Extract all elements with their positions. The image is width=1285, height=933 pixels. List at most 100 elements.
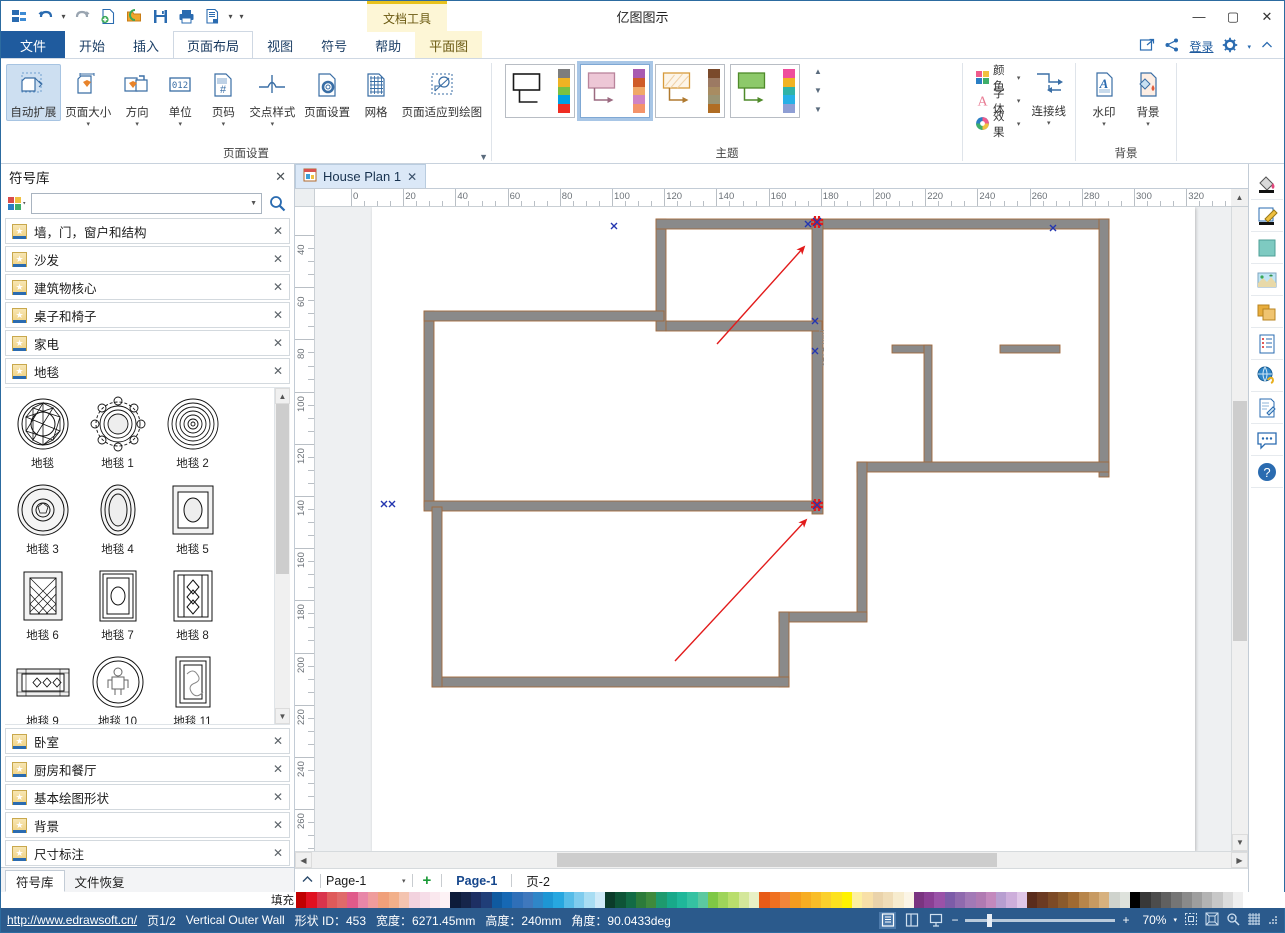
sidebar-item-walls-doors-windows[interactable]: 墙，门，窗户和结构 ✕ xyxy=(5,218,290,244)
chevron-down-icon[interactable]: ▼ xyxy=(247,200,257,207)
color-swatch[interactable] xyxy=(1181,892,1192,908)
color-swatch[interactable] xyxy=(707,892,719,908)
color-swatch[interactable] xyxy=(738,892,750,908)
color-swatch[interactable] xyxy=(1099,892,1110,908)
add-page-button[interactable]: + xyxy=(419,872,436,889)
color-swatch[interactable] xyxy=(1006,892,1017,908)
sidebar-item-bedroom[interactable]: 卧室 ✕ xyxy=(5,728,290,754)
color-swatch[interactable] xyxy=(1222,892,1234,908)
color-swatch[interactable] xyxy=(666,892,677,908)
color-swatch[interactable] xyxy=(759,892,770,908)
floor-plan-drawing[interactable]: 6271 mm xyxy=(372,207,1195,851)
chevron-down-icon[interactable]: ▾ xyxy=(402,877,406,885)
zoom-selection-icon[interactable] xyxy=(1226,912,1240,929)
color-swatch[interactable] xyxy=(656,892,667,908)
color-swatch[interactable] xyxy=(893,892,904,908)
tab-view[interactable]: 视图 xyxy=(253,31,307,58)
tab-home[interactable]: 开始 xyxy=(65,31,119,58)
properties-list-icon[interactable] xyxy=(1250,328,1283,360)
close-icon[interactable]: ✕ xyxy=(273,790,283,804)
shape-item[interactable]: 地毯 7 xyxy=(80,566,155,652)
scrollbar-track[interactable] xyxy=(312,852,1231,868)
color-swatch[interactable] xyxy=(1057,892,1069,908)
shape-item[interactable]: 地毯 6 xyxy=(5,566,80,652)
comment-icon[interactable] xyxy=(1250,424,1283,456)
ruler-corner[interactable] xyxy=(295,189,315,207)
color-swatch[interactable] xyxy=(584,892,595,908)
color-swatch[interactable] xyxy=(378,892,389,908)
background-caret[interactable]: ▾ xyxy=(1146,121,1150,129)
color-swatch[interactable] xyxy=(316,892,327,908)
close-icon[interactable]: ✕ xyxy=(273,818,283,832)
color-swatch[interactable] xyxy=(1150,892,1161,908)
zoom-out-button[interactable]: − xyxy=(951,913,958,927)
close-icon[interactable]: ✕ xyxy=(407,170,417,184)
color-swatch[interactable] xyxy=(368,892,379,908)
color-swatch[interactable] xyxy=(481,892,492,908)
close-icon[interactable]: ✕ xyxy=(273,364,283,378)
note-edit-icon[interactable] xyxy=(1250,392,1283,424)
scrollbar-thumb[interactable] xyxy=(1233,400,1247,641)
color-swatch[interactable] xyxy=(440,892,451,908)
color-swatch[interactable] xyxy=(357,892,369,908)
resize-grip[interactable] xyxy=(1268,915,1278,925)
color-swatch[interactable] xyxy=(769,892,780,908)
color-swatch[interactable] xyxy=(337,892,348,908)
search-icon[interactable] xyxy=(266,195,288,212)
edraw-website-link[interactable]: http://www.edrawsoft.cn/ xyxy=(7,913,137,927)
close-icon[interactable]: ✕ xyxy=(273,734,283,748)
watermark-caret[interactable]: ▾ xyxy=(1102,121,1106,129)
color-swatch[interactable] xyxy=(1068,892,1079,908)
color-swatch[interactable] xyxy=(306,892,317,908)
color-swatch[interactable] xyxy=(790,892,801,908)
color-swatch[interactable] xyxy=(625,892,636,908)
undo-dropdown-caret[interactable]: ▾ xyxy=(59,5,68,29)
tab-symbols[interactable]: 符号 xyxy=(307,31,361,58)
shape-fill-icon[interactable] xyxy=(1250,232,1283,264)
close-icon[interactable]: ✕ xyxy=(273,280,283,294)
color-swatch[interactable] xyxy=(779,892,791,908)
sidebar-item-building-core[interactable]: 建筑物核心 ✕ xyxy=(5,274,290,300)
color-swatch[interactable] xyxy=(852,892,863,908)
color-swatch[interactable] xyxy=(1212,892,1223,908)
shape-item[interactable]: 地毯 11 xyxy=(155,652,230,724)
theme-plain-card[interactable] xyxy=(505,64,575,118)
zoom-caret[interactable]: ▾ xyxy=(1173,916,1177,924)
color-swatch[interactable] xyxy=(862,892,873,908)
sidebar-item-carpet[interactable]: 地毯 ✕ xyxy=(5,358,290,384)
shape-item[interactable]: 地毯 1 xyxy=(80,394,155,480)
shape-item[interactable]: 地毯 5 xyxy=(155,480,230,566)
fill-bucket-icon[interactable] xyxy=(1250,168,1283,200)
horizontal-ruler[interactable]: 0 20 40 60 80 100 120 140 160 180 200 220 240 260 280 3… xyxy=(315,189,1231,207)
close-icon[interactable]: ✕ xyxy=(275,169,286,185)
search-input-wrap[interactable]: ▼ xyxy=(31,193,262,214)
watermark-button[interactable]: A 水印 ▾ xyxy=(1082,64,1126,130)
sidebar-item-basic-shapes[interactable]: 基本绘图形状 ✕ xyxy=(5,784,290,810)
color-swatch[interactable] xyxy=(821,892,832,908)
color-swatch[interactable] xyxy=(409,892,420,908)
scrollbar-thumb[interactable] xyxy=(557,853,997,867)
page-tab-page-2[interactable]: 页-2 xyxy=(518,871,558,890)
canvas-viewport[interactable]: 6271 mm xyxy=(315,207,1231,851)
fit-page-to-drawing-button[interactable]: 页面适应到绘图 xyxy=(398,64,486,121)
color-swatch[interactable] xyxy=(697,892,708,908)
color-swatch[interactable] xyxy=(635,892,647,908)
zoom-slider[interactable] xyxy=(965,913,1116,927)
settings-caret[interactable]: ▾ xyxy=(1247,43,1251,51)
theme-scroll-down-button[interactable]: ▼ xyxy=(811,83,825,99)
color-swatch[interactable] xyxy=(1140,892,1151,908)
scrollbar-thumb[interactable] xyxy=(276,404,289,574)
color-swatch[interactable] xyxy=(594,892,605,908)
grid-toggle-icon[interactable] xyxy=(1247,912,1261,929)
color-swatch[interactable] xyxy=(522,892,533,908)
color-swatch[interactable] xyxy=(882,892,894,908)
shape-item[interactable]: 地毯 xyxy=(5,394,80,480)
theme-green-card[interactable] xyxy=(730,64,800,118)
login-link[interactable]: 登录 xyxy=(1189,38,1213,55)
color-swatch[interactable] xyxy=(646,892,657,908)
sidebar-item-dimensioning[interactable]: 尺寸标注 ✕ xyxy=(5,840,290,866)
tab-floor-plan[interactable]: 平面图 xyxy=(415,31,483,58)
color-swatch[interactable] xyxy=(1160,892,1172,908)
color-swatch[interactable] xyxy=(1171,892,1182,908)
new-document-icon[interactable] xyxy=(96,5,120,29)
